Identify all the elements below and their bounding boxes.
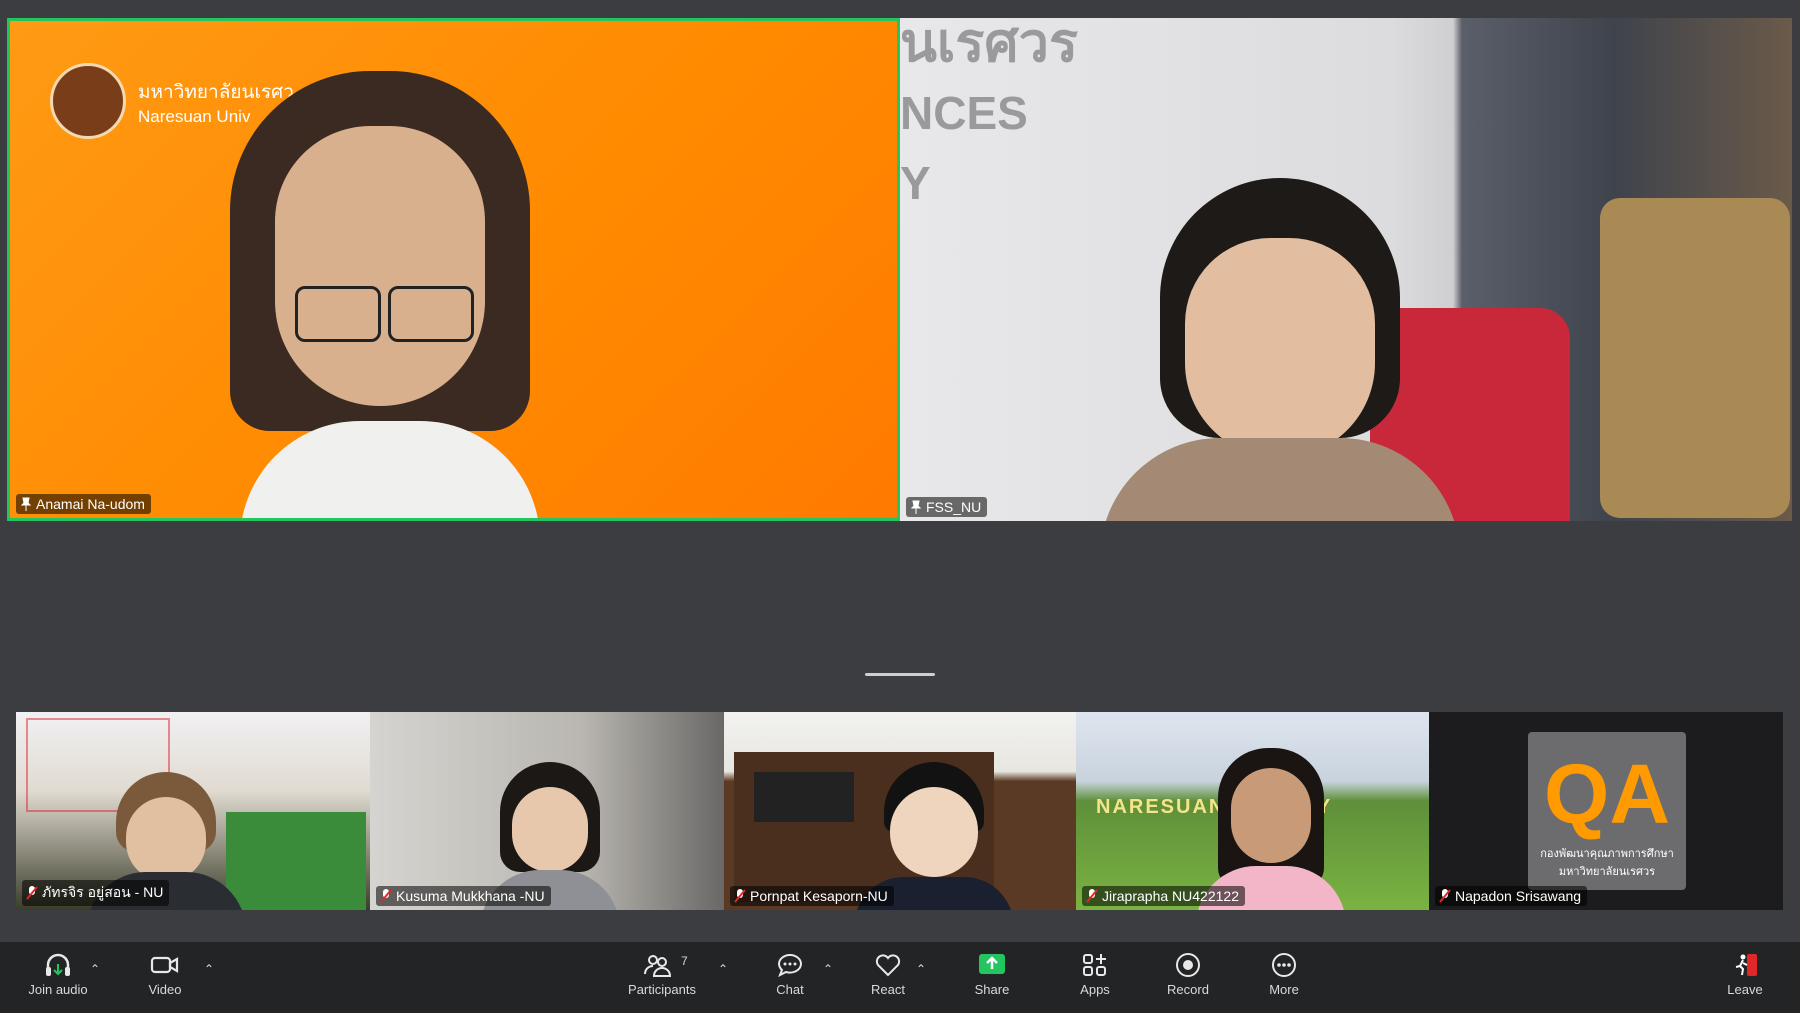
participant-name-tag: ภัทรจิร อยู่สอน - NU (22, 880, 170, 906)
participants-icon (644, 955, 672, 977)
meeting-toolbar: Join audio ⌃ Video ⌃ Participants 7 ⌃ Ch… (0, 942, 1800, 1013)
university-logo (50, 63, 126, 139)
video-tile-strip-5[interactable]: QA กองพัฒนาคุณภาพการศึกษา มหาวิทยาลัยนเร… (1429, 712, 1783, 910)
participant-name-tag: Napadon Srisawang (1435, 886, 1588, 906)
participants-button[interactable]: Participants (622, 952, 702, 997)
join-audio-button[interactable]: Join audio (18, 952, 98, 997)
participants-options-caret[interactable]: ⌃ (718, 962, 728, 976)
headphones-icon (46, 953, 70, 976)
leave-button[interactable]: Leave (1705, 952, 1785, 997)
participant-video (220, 71, 540, 518)
participant-name-tag: Kusuma Mukkhana -NU (376, 886, 551, 906)
video-tile-strip-2[interactable]: Kusuma Mukkhana -NU (370, 712, 724, 910)
pin-icon (20, 497, 32, 511)
mic-muted-icon (380, 889, 392, 903)
mic-muted-icon (26, 886, 38, 900)
mic-muted-icon (734, 889, 746, 903)
pin-icon (910, 500, 922, 514)
video-options-caret[interactable]: ⌃ (204, 962, 214, 976)
resize-handle[interactable] (865, 673, 935, 676)
more-button[interactable]: More (1244, 952, 1324, 997)
wall-lettering: นเรศวร NCES Y (900, 18, 1078, 209)
video-tile-strip-1[interactable]: ภัทรจิร อยู่สอน - NU (16, 712, 370, 910)
chat-bubble-icon (777, 954, 803, 978)
video-tile-anamai[interactable]: มหาวิทยาลัยนเรศว Naresuan Univ Anamai Na… (7, 18, 900, 521)
video-tile-strip-3[interactable]: Pornpat Kesaporn-NU (724, 712, 1076, 910)
qa-logo: QA กองพัฒนาคุณภาพการศึกษา มหาวิทยาลัยนเร… (1528, 732, 1686, 890)
chat-button[interactable]: Chat (750, 952, 830, 997)
heart-icon (875, 954, 901, 977)
apps-button[interactable]: Apps (1055, 952, 1135, 997)
participant-name-tag: Jiraprapha NU422122 (1082, 886, 1245, 906)
video-tile-strip-4[interactable]: NARESUAN ERSITY Jiraprapha NU422122 (1076, 712, 1429, 910)
leave-exit-icon (1735, 954, 1757, 976)
apps-icon (1083, 954, 1106, 976)
react-options-caret[interactable]: ⌃ (916, 962, 926, 976)
chat-options-caret[interactable]: ⌃ (823, 962, 833, 976)
participants-count: 7 (681, 954, 688, 968)
audio-options-caret[interactable]: ⌃ (90, 962, 100, 976)
participant-name-tag: FSS_NU (906, 497, 988, 517)
share-button[interactable]: Share (952, 952, 1032, 997)
video-tile-fss-nu[interactable]: นเรศวร NCES Y FSS_NU (900, 18, 1792, 521)
mic-muted-icon (1439, 889, 1451, 903)
mic-muted-icon (1086, 889, 1098, 903)
participant-video (1100, 178, 1460, 521)
video-camera-icon (150, 956, 179, 974)
participant-name-tag: Anamai Na-udom (16, 494, 151, 514)
participant-name-tag: Pornpat Kesaporn-NU (730, 886, 894, 906)
video-button[interactable]: Video (125, 952, 205, 997)
share-screen-icon (979, 954, 1005, 974)
record-button[interactable]: Record (1148, 952, 1228, 997)
more-icon (1272, 953, 1296, 977)
record-icon (1176, 953, 1200, 977)
